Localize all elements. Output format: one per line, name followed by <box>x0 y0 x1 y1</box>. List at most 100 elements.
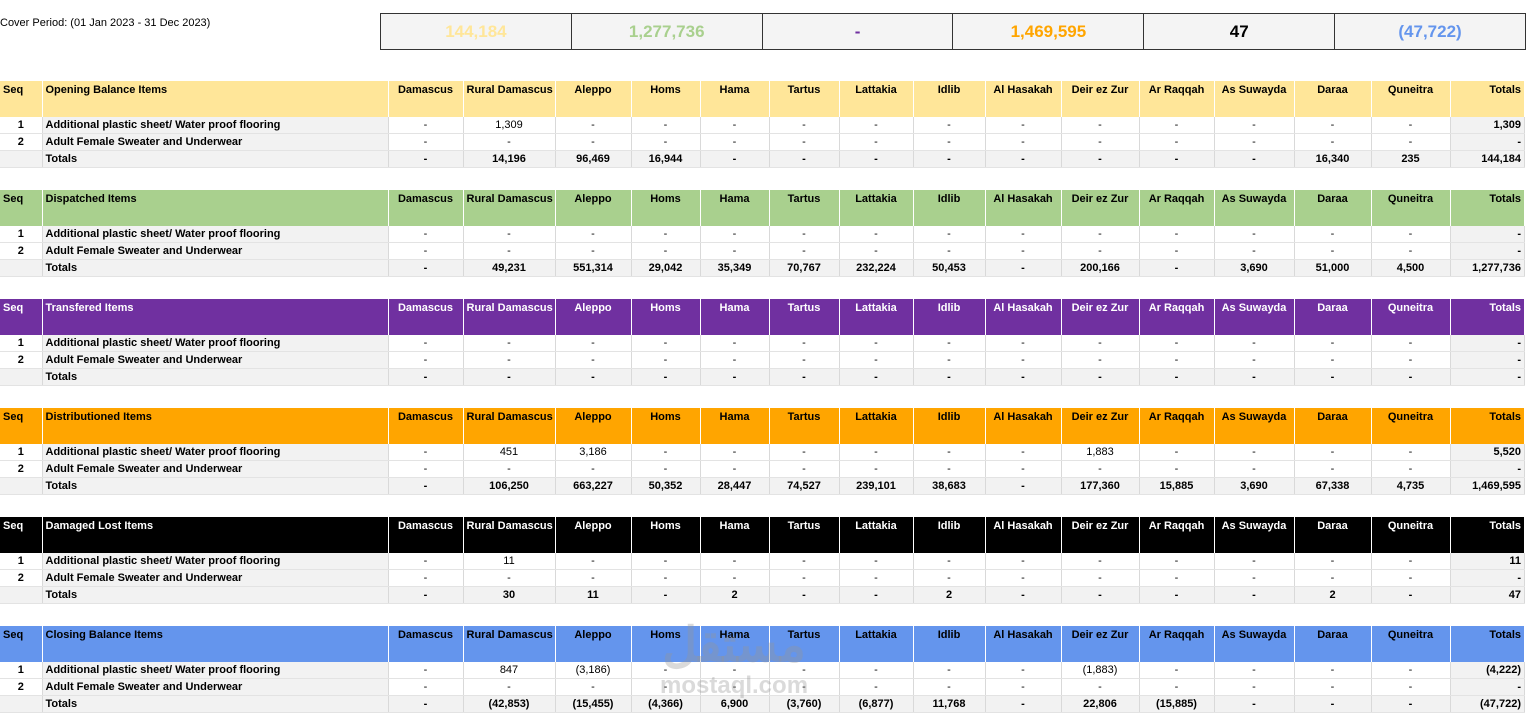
cell-value: - <box>388 226 464 243</box>
cell-value: - <box>388 444 464 461</box>
total-cell-value: - <box>913 150 986 168</box>
column-header-ar-raqqah: Ar Raqqah <box>1139 299 1215 335</box>
column-header-deir-ez-zur: Deir ez Zur <box>1061 299 1140 335</box>
cell-value: - <box>555 460 632 478</box>
totals-seq-blank <box>0 586 43 604</box>
cell-value: - <box>1061 335 1140 352</box>
cell-value: - <box>985 662 1062 679</box>
cell-value: - <box>985 133 1062 151</box>
total-cell-value: 35,349 <box>700 259 770 277</box>
cell-value: - <box>985 226 1062 243</box>
column-header-daraa: Daraa <box>1294 190 1372 226</box>
cell-value: - <box>913 460 986 478</box>
header-row: Seq Transfered Items Damascus Rural Damascu… <box>0 299 1525 335</box>
cell-value: - <box>1214 553 1295 570</box>
total-cell-value: (42,853) <box>463 695 556 713</box>
column-header-idlib: Idlib <box>913 408 986 444</box>
row-item-name: Adult Female Sweater and Underwear <box>42 242 389 260</box>
row-seq: 1 <box>0 117 43 134</box>
table-row: 1 Additional plastic sheet/ Water proof f… <box>0 226 1525 243</box>
totals-seq-blank <box>0 695 43 713</box>
column-header-tartus: Tartus <box>769 190 840 226</box>
cell-value: - <box>1371 444 1451 461</box>
column-header-rural-damascus: Rural Damascus <box>463 626 556 662</box>
cell-value: - <box>1214 678 1295 696</box>
table-row: 1 Additional plastic sheet/ Water proof f… <box>0 553 1525 570</box>
cell-value: - <box>463 460 556 478</box>
grand-total: - <box>1450 368 1525 386</box>
column-header-totals: Totals <box>1450 408 1525 444</box>
cell-value: - <box>700 117 770 134</box>
total-cell-value: 3,690 <box>1214 259 1295 277</box>
column-header-aleppo: Aleppo <box>555 190 632 226</box>
cell-value: - <box>839 553 914 570</box>
cell-value: - <box>1139 242 1215 260</box>
total-cell-value: - <box>985 259 1062 277</box>
cell-value: - <box>700 133 770 151</box>
column-header-homs: Homs <box>631 81 701 117</box>
cell-value: - <box>839 133 914 151</box>
cell-value: - <box>631 117 701 134</box>
cell-value: - <box>388 678 464 696</box>
totals-row: Totals - - - - - - - - - - - - - - - <box>0 368 1525 386</box>
total-cell-value: (3,760) <box>769 695 840 713</box>
cell-value: - <box>555 133 632 151</box>
totals-seq-blank <box>0 259 43 277</box>
cell-value: - <box>1139 460 1215 478</box>
cell-value: - <box>388 335 464 352</box>
cell-value: - <box>1214 662 1295 679</box>
total-cell-value: - <box>1139 150 1215 168</box>
total-cell-value: 4,500 <box>1371 259 1451 277</box>
total-cell-value: - <box>1214 695 1295 713</box>
cell-value: - <box>388 553 464 570</box>
kpi-opening-balance: 144,184 <box>381 14 572 49</box>
column-header-homs: Homs <box>631 408 701 444</box>
column-header-as-suwayda: As Suwayda <box>1214 626 1295 662</box>
totals-label: Totals <box>42 695 389 713</box>
total-cell-value: - <box>1214 368 1295 386</box>
column-header-daraa: Daraa <box>1294 626 1372 662</box>
cell-value: 3,186 <box>555 444 632 461</box>
total-cell-value: 49,231 <box>463 259 556 277</box>
row-total: - <box>1450 351 1525 369</box>
total-cell-value: - <box>463 368 556 386</box>
cell-value: - <box>1061 678 1140 696</box>
cell-value: 1,883 <box>1061 444 1140 461</box>
column-header-damascus: Damascus <box>388 81 464 117</box>
cell-value: - <box>1371 351 1451 369</box>
total-cell-value: - <box>839 368 914 386</box>
total-cell-value: - <box>1139 259 1215 277</box>
cell-value: - <box>1371 553 1451 570</box>
kpi-summary-bar: 144,184 1,277,736 - 1,469,595 47 (47,722… <box>380 13 1526 50</box>
cell-value: - <box>985 242 1062 260</box>
cell-value: - <box>913 444 986 461</box>
cell-value: - <box>700 662 770 679</box>
column-header-al-hasakah: Al Hasakah <box>985 626 1062 662</box>
total-cell-value: - <box>769 368 840 386</box>
section-opening-balance-items: Seq Opening Balance Items Damascus Rural Da… <box>0 81 1525 168</box>
total-cell-value: - <box>839 586 914 604</box>
cell-value: - <box>1139 678 1215 696</box>
cell-value: - <box>1294 569 1372 587</box>
column-header-tartus: Tartus <box>769 408 840 444</box>
cell-value: - <box>631 460 701 478</box>
kpi-damaged-lost: 47 <box>1144 14 1336 49</box>
total-cell-value: - <box>388 695 464 713</box>
cell-value: - <box>700 351 770 369</box>
cell-value: - <box>700 569 770 587</box>
cell-value: - <box>631 662 701 679</box>
column-header-rural-damascus: Rural Damascus <box>463 299 556 335</box>
cell-value: - <box>388 569 464 587</box>
column-header-aleppo: Aleppo <box>555 626 632 662</box>
cell-value: - <box>1214 226 1295 243</box>
column-header-idlib: Idlib <box>913 626 986 662</box>
cell-value: 847 <box>463 662 556 679</box>
cell-value: - <box>769 351 840 369</box>
column-header-seq: Seq <box>0 299 43 335</box>
kpi-closing-balance: (47,722) <box>1398 21 1462 41</box>
row-seq: 2 <box>0 678 43 696</box>
cell-value: - <box>913 553 986 570</box>
row-item-name: Additional plastic sheet/ Water proof fl… <box>42 117 389 134</box>
cell-value: - <box>463 678 556 696</box>
grand-total: 1,277,736 <box>1450 259 1525 277</box>
